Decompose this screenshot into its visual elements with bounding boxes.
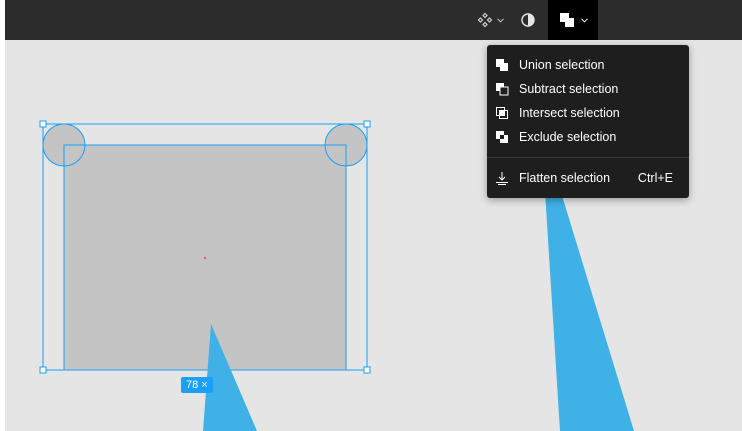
menu-item-subtract[interactable]: Subtract selection xyxy=(487,77,689,101)
flatten-icon xyxy=(496,172,508,185)
boolean-operations-menu: Union selection Subtract selection Inter… xyxy=(487,45,689,198)
resize-handle-bottom-right[interactable] xyxy=(363,366,371,374)
menu-item-exclude[interactable]: Exclude selection xyxy=(487,125,689,149)
menu-item-flatten[interactable]: Flatten selection Ctrl+E xyxy=(487,166,689,190)
menu-divider xyxy=(487,157,689,158)
resize-handle-top-left[interactable] xyxy=(39,120,47,128)
menu-item-intersect[interactable]: Intersect selection xyxy=(487,101,689,125)
center-point xyxy=(203,256,207,260)
menu-item-label: Flatten selection xyxy=(519,171,611,185)
union-icon xyxy=(496,59,508,71)
dimension-badge: 78 × xyxy=(181,377,213,393)
menu-item-shortcut: Ctrl+E xyxy=(637,171,673,185)
app-frame: 78 × Union selection Subtract selection … xyxy=(5,0,742,431)
subtract-icon xyxy=(496,83,509,96)
resize-handle-top-right[interactable] xyxy=(363,120,371,128)
menu-item-label: Union selection xyxy=(519,58,605,72)
resize-handle-bottom-left[interactable] xyxy=(39,366,47,374)
menu-item-label: Exclude selection xyxy=(519,130,617,144)
intersect-icon xyxy=(496,107,508,119)
exclude-icon xyxy=(496,131,508,143)
menu-item-label: Subtract selection xyxy=(519,82,619,96)
menu-item-union[interactable]: Union selection xyxy=(487,53,689,77)
menu-item-label: Intersect selection xyxy=(519,106,620,120)
